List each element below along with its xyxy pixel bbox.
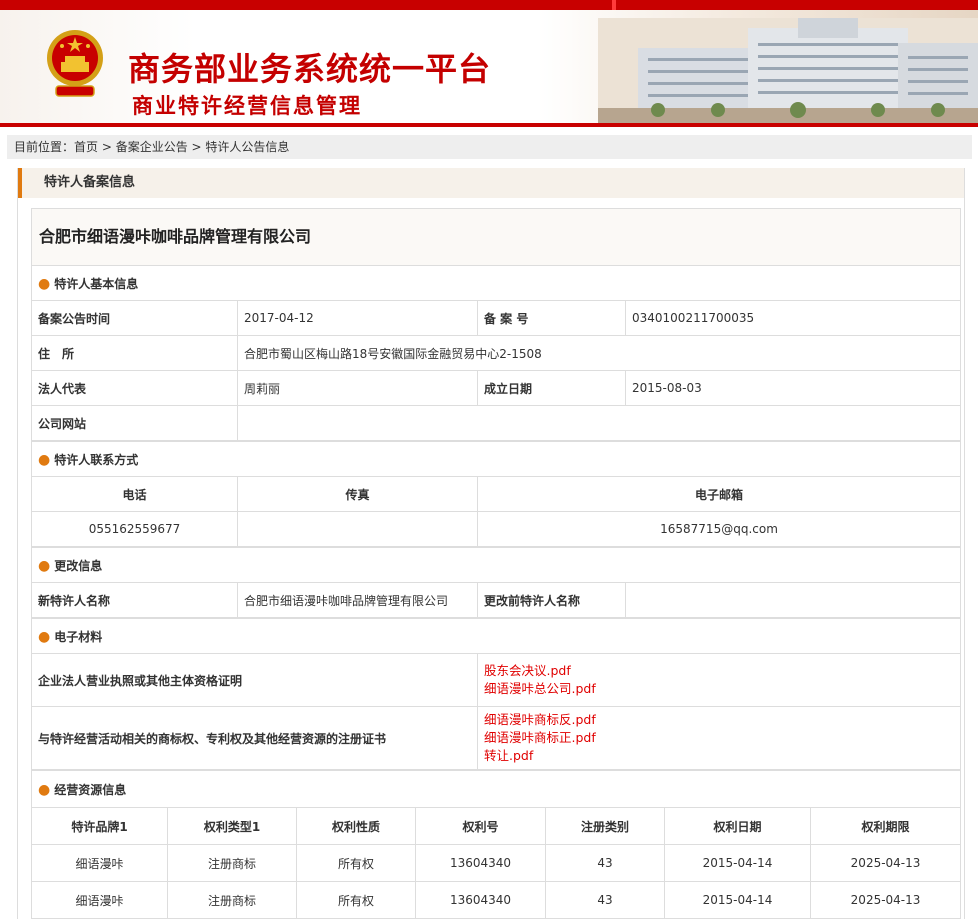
- column-header: 权利期限: [809, 807, 962, 845]
- old-name-value: [624, 582, 962, 618]
- table-cell: 2015-04-14: [664, 844, 811, 882]
- company-name: 合肥市细语漫咔咖啡品牌管理有限公司: [31, 208, 961, 265]
- file-link[interactable]: 股东会决议.pdf: [484, 662, 954, 680]
- table-row: 细语漫咔 注册商标 所有权 13604340 43 2015-04-14 202…: [31, 881, 962, 919]
- breadcrumb-current: 特许人公告信息: [205, 140, 290, 154]
- table-header-row: 特许品牌1 权利类型1 权利性质 权利号 注册类别 权利日期 权利期限: [31, 807, 962, 845]
- bullet-icon: ●: [38, 451, 51, 468]
- old-name-label: 更改前特许人名称: [477, 582, 626, 618]
- materials-row1-label: 企业法人营业执照或其他主体资格证明: [31, 653, 478, 707]
- platform-title: 商务部业务系统统一平台: [128, 50, 492, 88]
- breadcrumb-home-link[interactable]: 首页: [74, 140, 98, 154]
- new-name-label: 新特许人名称: [31, 582, 238, 618]
- address-value: 合肥市蜀山区梅山路18号安徽国际金融贸易中心2-1508: [236, 335, 962, 371]
- section-contact: ● 特许人联系方式: [30, 441, 962, 477]
- column-header: 权利日期: [664, 807, 811, 845]
- platform-subtitle: 商业特许经营信息管理: [132, 94, 362, 118]
- announce-time-label: 备案公告时间: [31, 300, 238, 336]
- table-cell: 细语漫咔: [31, 881, 168, 919]
- record-no-value: 0340100211700035: [624, 300, 962, 336]
- new-name-value: 合肥市细语漫咔咖啡品牌管理有限公司: [237, 582, 478, 618]
- contact-table: ● 特许人联系方式 电话 传真 电子邮箱 05516255967​7 165877…: [30, 441, 962, 547]
- table-cell: 注册商标: [167, 844, 297, 882]
- column-header: 权利性质: [296, 807, 416, 845]
- email-header: 电子邮箱: [476, 476, 962, 512]
- materials-table: ● 电子材料 企业法人营业执照或其他主体资格证明 股东会决议.pdf 细语漫咔总公…: [30, 618, 962, 770]
- materials-row2-files: 细语漫咔商标反.pdf 细语漫咔商标正.pdf 转让.pdf: [476, 706, 962, 770]
- table-cell: 13604340: [415, 881, 546, 919]
- resources-table: ● 经营资源信息 特许品牌1 权利类型1 权利性质 权利号 注册类别 权利日期 权…: [30, 770, 962, 919]
- record-no-label: 备 案 号: [477, 300, 626, 336]
- breadcrumb: 目前位置：首页 > 备案企业公告 > 特许人公告信息: [7, 135, 972, 159]
- materials-row1-files: 股东会决议.pdf 细语漫咔总公司.pdf: [476, 653, 962, 707]
- column-header: 权利类型1: [167, 807, 297, 845]
- national-emblem-icon: [47, 30, 103, 97]
- section-label: 特许人联系方式: [54, 452, 139, 467]
- breadcrumb-prefix: 目前位置：: [14, 140, 75, 154]
- bullet-icon: ●: [38, 275, 51, 292]
- table-cell: 2025-04-13: [809, 881, 962, 919]
- banner: 商务部业务系统统一平台 商业特许经营信息管理: [0, 10, 978, 127]
- table-cell: 细语漫咔: [31, 844, 168, 882]
- section-label: 更改信息: [54, 558, 103, 573]
- table-cell: 2015-04-14: [664, 881, 811, 919]
- website-label: 公司网站: [31, 405, 238, 441]
- breadcrumb-separator: >: [187, 140, 206, 154]
- table-cell: 注册商标: [167, 881, 297, 919]
- announce-time-value: 2017-04-12: [237, 300, 478, 336]
- column-header: 特许品牌1: [31, 807, 168, 845]
- fax-value: [237, 511, 478, 547]
- bullet-icon: ●: [38, 781, 51, 798]
- file-link[interactable]: 转让.pdf: [484, 747, 954, 765]
- section-label: 特许人基本信息: [54, 276, 139, 291]
- table-cell: 所有权: [296, 844, 416, 882]
- table-row: 细语漫咔 注册商标 所有权 13604340 43 2015-04-14 202…: [31, 844, 962, 882]
- phone-value: 05516255967​7: [31, 511, 238, 547]
- address-label: 住 所: [31, 335, 238, 371]
- section-change: ● 更改信息: [30, 547, 962, 583]
- bullet-icon: ●: [38, 628, 51, 645]
- section-label: 电子材料: [54, 629, 103, 644]
- email-value: 16587715@qq.com: [476, 511, 962, 547]
- legal-rep-value: 周莉丽: [237, 370, 478, 406]
- column-header: 权利号: [415, 807, 546, 845]
- section-label: 经营资源信息: [54, 782, 127, 797]
- franchisor-info-table: ● 特许人基本信息 备案公告时间 2017-04-12 备 案 号 0340100…: [30, 265, 962, 441]
- table-cell: 43: [545, 881, 665, 919]
- table-cell: 43: [545, 844, 665, 882]
- phone-header: 电话: [31, 476, 238, 512]
- change-table: ● 更改信息 新特许人名称 合肥市细语漫咔咖啡品牌管理有限公司 更改前特许人名称: [30, 547, 962, 618]
- founded-label: 成立日期: [477, 370, 626, 406]
- fax-header: 传真: [237, 476, 478, 512]
- section-materials: ● 电子材料: [30, 618, 962, 654]
- website-value: [236, 405, 962, 441]
- column-header: 注册类别: [545, 807, 665, 845]
- panel-title: 特许人备案信息: [18, 168, 964, 198]
- file-link[interactable]: 细语漫咔商标反.pdf: [484, 711, 954, 729]
- breadcrumb-separator: >: [98, 140, 116, 154]
- table-cell: 2025-04-13: [809, 844, 962, 882]
- government-building-image: [598, 18, 978, 123]
- breadcrumb-announcements-link[interactable]: 备案企业公告: [116, 140, 188, 154]
- bullet-icon: ●: [38, 557, 51, 574]
- table-cell: 13604340: [415, 844, 546, 882]
- franchisor-panel: 特许人备案信息 合肥市细语漫咔咖啡品牌管理有限公司 ● 特许人基本信息 备案公告时…: [17, 168, 965, 919]
- file-link[interactable]: 细语漫咔商标正.pdf: [484, 729, 954, 747]
- materials-row2-label: 与特许经营活动相关的商标权、专利权及其他经营资源的注册证书: [31, 706, 478, 770]
- file-link[interactable]: 细语漫咔总公司.pdf: [484, 680, 954, 698]
- legal-rep-label: 法人代表: [31, 370, 238, 406]
- section-resources: ● 经营资源信息: [30, 770, 962, 808]
- table-cell: 所有权: [296, 881, 416, 919]
- founded-value: 2015-08-03: [624, 370, 962, 406]
- section-basic-info: ● 特许人基本信息: [30, 265, 962, 301]
- top-bar: [0, 0, 978, 10]
